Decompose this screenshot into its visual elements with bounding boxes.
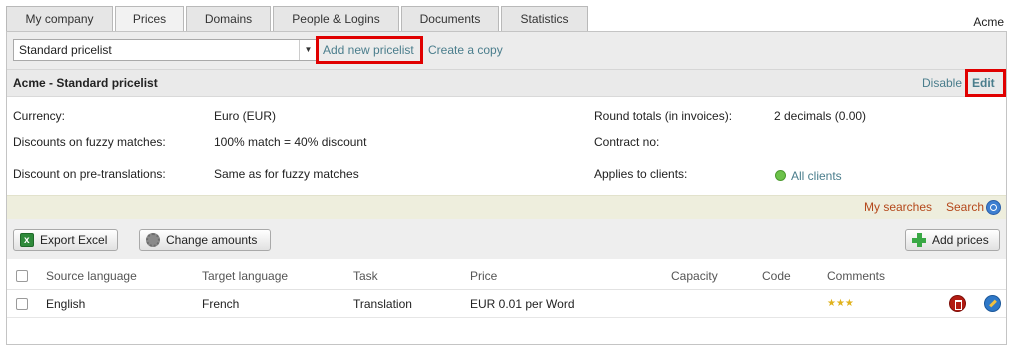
select-all-checkbox[interactable]	[16, 270, 28, 282]
export-excel-button[interactable]: Export Excel	[13, 229, 118, 251]
search-link[interactable]: Search	[946, 200, 984, 214]
column-code[interactable]: Code	[762, 269, 791, 283]
applies-to-value[interactable]: All clients	[775, 169, 842, 183]
round-totals-label: Round totals (in invoices):	[594, 109, 733, 123]
plus-icon	[912, 233, 926, 247]
status-dot-icon	[775, 170, 786, 181]
column-source-language[interactable]: Source language	[46, 269, 137, 283]
contract-no-label: Contract no:	[594, 135, 660, 149]
column-capacity[interactable]: Capacity	[671, 269, 718, 283]
currency-label: Currency:	[13, 109, 66, 123]
round-totals-value: 2 decimals (0.00)	[774, 109, 867, 123]
tab-domains[interactable]: Domains	[186, 6, 271, 32]
add-prices-label: Add prices	[932, 233, 989, 247]
search-icon[interactable]	[986, 200, 1001, 215]
search-bar: My searches Search	[7, 195, 1006, 219]
row-checkbox[interactable]	[16, 298, 28, 310]
add-new-pricelist-link[interactable]: Add new pricelist	[316, 36, 423, 64]
create-copy-link[interactable]: Create a copy	[428, 43, 503, 57]
tab-documents[interactable]: Documents	[401, 6, 499, 32]
my-searches-link[interactable]: My searches	[864, 200, 932, 214]
change-amounts-label: Change amounts	[166, 233, 258, 247]
table-row[interactable]: English French Translation EUR 0.01 per …	[7, 290, 1006, 318]
actions-toolbar: Export Excel Change amounts Add prices	[7, 219, 1006, 259]
pricelist-toolbar: Standard pricelist ▼ Add new pricelist C…	[7, 32, 1006, 70]
cell-task: Translation	[353, 297, 412, 311]
cell-price: EUR 0.01 per Word	[470, 297, 575, 311]
export-excel-label: Export Excel	[40, 233, 108, 247]
tab-statistics[interactable]: Statistics	[501, 6, 588, 32]
pricelist-details: Currency: Euro (EUR) Discounts on fuzzy …	[7, 97, 1006, 195]
column-target-language[interactable]: Target language	[202, 269, 288, 283]
cell-source-language: English	[46, 297, 86, 311]
add-prices-button[interactable]: Add prices	[905, 229, 1000, 251]
prices-table-header: Source language Target language Task Pri…	[7, 259, 1006, 290]
all-clients-text: All clients	[791, 169, 842, 183]
pretranslation-label: Discount on pre-translations:	[13, 167, 166, 181]
edit-link[interactable]: Edit	[965, 69, 1006, 97]
excel-icon	[20, 231, 34, 251]
fuzzy-matches-value: 100% match = 40% discount	[214, 135, 367, 149]
company-name: Acme	[973, 15, 1004, 29]
main-tabs: My company Prices Domains People & Login…	[6, 6, 590, 33]
pricelist-header: Acme - Standard pricelist Disable Edit	[7, 69, 1006, 97]
delete-icon[interactable]	[949, 295, 966, 312]
column-task[interactable]: Task	[353, 269, 378, 283]
disable-link[interactable]: Disable	[922, 76, 962, 90]
gear-icon	[146, 233, 160, 247]
cell-target-language: French	[202, 297, 240, 311]
edit-pencil-icon[interactable]	[984, 295, 1001, 312]
change-amounts-button[interactable]: Change amounts	[139, 229, 271, 251]
fuzzy-matches-label: Discounts on fuzzy matches:	[13, 135, 166, 149]
pretranslation-value: Same as for fuzzy matches	[214, 167, 359, 181]
currency-value: Euro (EUR)	[214, 109, 277, 123]
column-price[interactable]: Price	[470, 269, 497, 283]
pricelist-title: Acme - Standard pricelist	[13, 76, 158, 90]
pricelist-select[interactable]: Standard pricelist ▼	[13, 39, 318, 61]
applies-to-label: Applies to clients:	[594, 167, 688, 181]
prices-panel: Standard pricelist ▼ Add new pricelist C…	[6, 31, 1007, 345]
rating-stars-icon: ★★★	[827, 298, 854, 309]
pricelist-select-value: Standard pricelist	[19, 43, 112, 57]
tab-prices[interactable]: Prices	[115, 6, 184, 33]
chevron-down-icon[interactable]: ▼	[299, 40, 317, 60]
column-comments[interactable]: Comments	[827, 269, 885, 283]
tab-people-logins[interactable]: People & Logins	[273, 6, 399, 32]
tab-my-company[interactable]: My company	[6, 6, 113, 32]
